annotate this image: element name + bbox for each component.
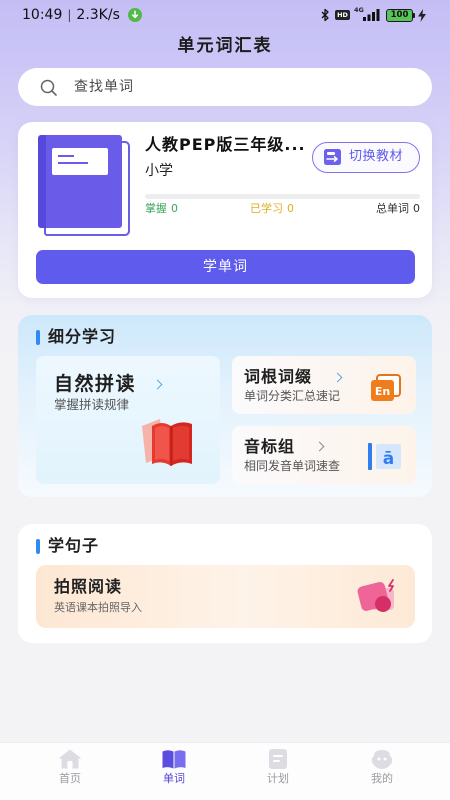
book-cover-label bbox=[52, 148, 108, 175]
stat-mastered: 掌握 0 bbox=[145, 202, 178, 215]
status-separator: | bbox=[67, 8, 72, 22]
phonetic-icon: ā bbox=[368, 441, 402, 471]
switch-textbook-label: 切换教材 bbox=[349, 149, 404, 164]
plan-icon bbox=[265, 748, 291, 770]
study-words-button[interactable]: 学单词 bbox=[36, 250, 415, 284]
roots-affixes-tile[interactable]: 词根词缀 单词分类汇总速记 En bbox=[232, 356, 416, 414]
signal-icon bbox=[363, 9, 380, 21]
net-speed: 2.3K/s bbox=[76, 7, 120, 23]
switch-textbook-button[interactable]: 切换教材 bbox=[312, 142, 420, 173]
section-accent-bar bbox=[36, 330, 40, 345]
charging-icon bbox=[418, 9, 426, 22]
photo-reading-tile[interactable]: 拍照阅读 英语课本拍照导入 bbox=[36, 565, 415, 628]
phonics-tile[interactable]: 自然拼读 掌握拼读规律 bbox=[36, 356, 220, 484]
section-title: 细分学习 bbox=[48, 327, 117, 346]
section-title: 学句子 bbox=[48, 536, 100, 555]
stat-label: 已学习 bbox=[250, 202, 283, 215]
tile-title: 拍照阅读 bbox=[54, 577, 123, 596]
nav-profile[interactable]: 我的 bbox=[330, 743, 434, 800]
tile-title: 自然拼读 bbox=[54, 373, 137, 395]
tile-title: 词根词缀 bbox=[244, 367, 313, 386]
red-book-icon bbox=[140, 414, 202, 468]
en-icon-text: En bbox=[375, 385, 390, 398]
book-cover-image bbox=[38, 135, 132, 238]
stat-value: 0 bbox=[413, 202, 420, 215]
stat-label: 掌握 bbox=[145, 202, 167, 215]
search-bar[interactable] bbox=[18, 68, 432, 106]
detailed-learning-section: 细分学习 自然拼读 掌握拼读规律 词根词缀 单词分类汇总速记 En 音标组 相同… bbox=[18, 315, 432, 497]
status-time: 10:49 bbox=[22, 7, 63, 23]
tile-subtitle: 掌握拼读规律 bbox=[54, 397, 130, 412]
phonetic-icon-text: ā bbox=[383, 449, 394, 469]
chevron-right-icon bbox=[152, 379, 163, 390]
search-input[interactable] bbox=[74, 68, 414, 106]
status-bar: 10:49 | 2.3K/s HD 4G 100 bbox=[0, 0, 450, 30]
switch-book-icon bbox=[323, 148, 343, 166]
battery-cap bbox=[413, 13, 415, 18]
bottom-nav: 首页 单词 计划 我的 bbox=[0, 742, 450, 800]
stat-label: 总单词 bbox=[376, 202, 409, 215]
section-accent-bar bbox=[36, 539, 40, 554]
stat-value: 0 bbox=[171, 202, 178, 215]
hd-badge: HD bbox=[335, 10, 350, 20]
search-icon bbox=[40, 79, 57, 96]
nav-label: 我的 bbox=[371, 772, 393, 785]
textbook-title: 人教PEP版三年级... bbox=[145, 135, 306, 154]
textbook-level: 小学 bbox=[145, 163, 173, 179]
tile-subtitle: 英语课本拍照导入 bbox=[54, 601, 142, 614]
profile-icon bbox=[369, 748, 395, 770]
home-icon bbox=[57, 748, 83, 770]
page-title: 单元词汇表 bbox=[177, 36, 273, 56]
chevron-right-icon bbox=[314, 441, 325, 452]
tile-title: 音标组 bbox=[244, 437, 296, 456]
nav-words[interactable]: 单词 bbox=[122, 743, 226, 800]
tile-subtitle: 相同发音单词速查 bbox=[244, 459, 341, 473]
tile-subtitle: 单词分类汇总速记 bbox=[244, 389, 341, 403]
bluetooth-icon bbox=[320, 8, 330, 22]
stat-total-words: 总单词 0 bbox=[376, 202, 420, 215]
nav-label: 单词 bbox=[163, 772, 185, 785]
battery-icon: 100 bbox=[386, 9, 413, 22]
phonetic-group-tile[interactable]: 音标组 相同发音单词速查 ā bbox=[232, 426, 416, 484]
en-icon: En bbox=[370, 374, 401, 402]
status-left: 10:49 | 2.3K/s bbox=[22, 6, 142, 24]
download-icon bbox=[127, 8, 142, 22]
progress-bar bbox=[145, 194, 420, 199]
nav-home[interactable]: 首页 bbox=[18, 743, 122, 800]
book-label-line bbox=[58, 155, 74, 157]
book-icon bbox=[161, 748, 187, 770]
nav-label: 计划 bbox=[267, 772, 289, 785]
book-label-line bbox=[58, 162, 88, 164]
sentences-section: 学句子 拍照阅读 英语课本拍照导入 bbox=[18, 524, 432, 643]
stat-learned: 已学习 0 bbox=[250, 202, 294, 215]
textbook-card: 人教PEP版三年级... 切换教材 小学 掌握 0 已学习 0 总单词 0 学单词 bbox=[18, 122, 432, 298]
nav-label: 首页 bbox=[59, 772, 81, 785]
stat-value: 0 bbox=[287, 202, 294, 215]
photo-icon bbox=[356, 578, 400, 616]
chevron-right-icon bbox=[332, 372, 343, 383]
nav-plan[interactable]: 计划 bbox=[226, 743, 330, 800]
